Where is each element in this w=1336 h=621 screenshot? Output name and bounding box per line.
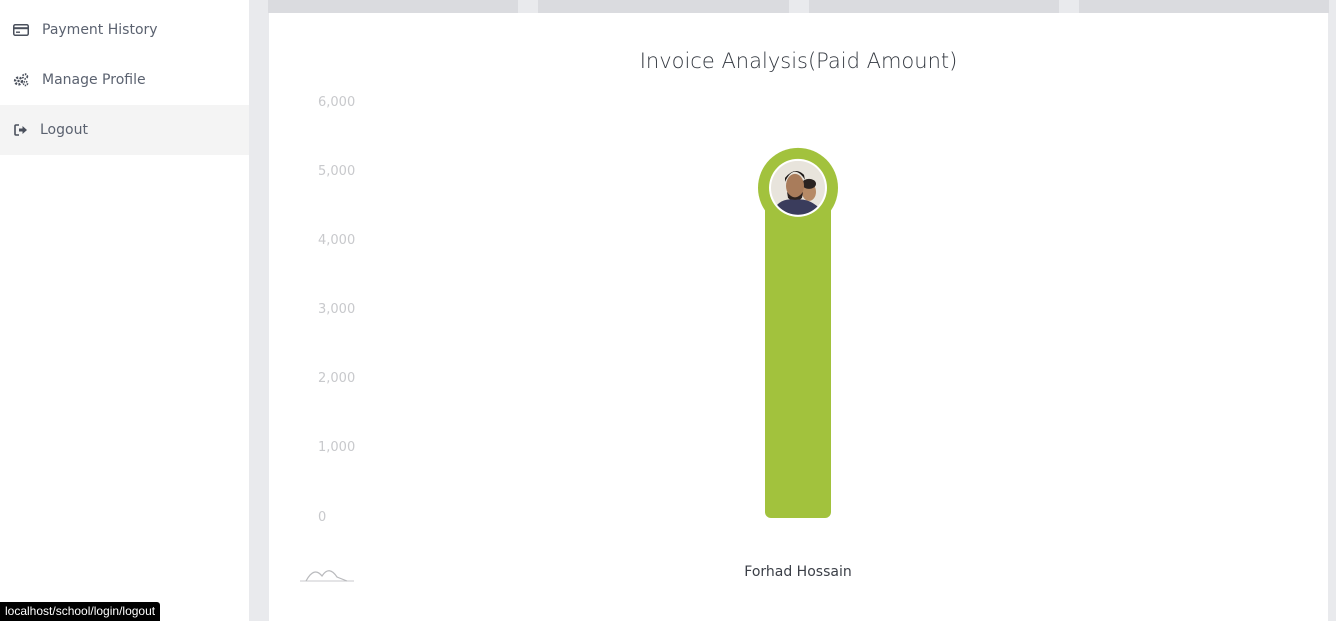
avatar (769, 158, 827, 217)
sidebar-item-logout[interactable]: Logout (0, 105, 249, 155)
sign-out-icon (13, 122, 29, 138)
bar[interactable] (765, 199, 831, 519)
invoice-analysis-card: Invoice Analysis(Paid Amount) 6,000 5,00… (269, 13, 1328, 621)
sidebar-item-payment-history[interactable]: Payment History (0, 5, 249, 55)
top-stat-cards-edge (268, 0, 1329, 13)
chart-scroll-handle-icon[interactable] (300, 570, 354, 582)
credit-card-icon (13, 22, 29, 38)
gears-icon (13, 72, 29, 88)
stat-card-edge (538, 0, 789, 13)
stat-card-edge (268, 0, 519, 13)
sidebar: Payment History Manage Profile Logout (0, 0, 249, 621)
sidebar-item-label: Manage Profile (42, 72, 146, 88)
sidebar-item-label: Logout (40, 122, 88, 138)
sidebar-item-manage-profile[interactable]: Manage Profile (0, 55, 249, 105)
sidebar-item-label: Payment History (42, 22, 158, 38)
stat-card-edge (1078, 0, 1329, 13)
stat-card-edge (808, 0, 1059, 13)
x-category-label: Forhad Hossain (744, 564, 852, 580)
status-bar-url: localhost/school/login/logout (0, 602, 161, 621)
bar-chart (300, 147, 838, 582)
